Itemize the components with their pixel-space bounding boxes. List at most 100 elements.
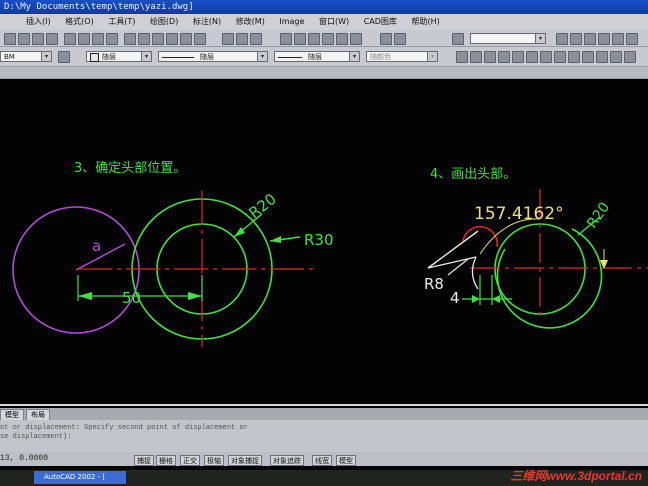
linetype-value: 随层	[200, 53, 214, 61]
copy-icon[interactable]	[78, 33, 90, 45]
zoom-window-icon[interactable]	[152, 33, 164, 45]
snap-intersection-icon[interactable]	[250, 33, 262, 45]
ortho-toggle[interactable]: 正交	[180, 455, 200, 466]
dim-4-arrow-right	[492, 295, 500, 303]
dim-50-arrow-right	[188, 292, 202, 300]
step3-title: 3、确定头部位置。	[74, 161, 186, 176]
menu-format[interactable]: 格式(O)	[65, 17, 94, 26]
color-combo[interactable]: 随层 ▾	[86, 51, 152, 62]
snap-node-icon[interactable]	[336, 33, 348, 45]
layer-manager-icon[interactable]	[452, 33, 464, 45]
lineweight-toggle[interactable]: 线宽	[312, 455, 332, 466]
lineweight-combo[interactable]: 随层 ▾	[274, 51, 360, 62]
pointer-icon[interactable]	[394, 33, 406, 45]
zoom-previous-icon[interactable]	[166, 33, 178, 45]
coordinate-readout: 13, 0.0000	[0, 454, 49, 463]
chevron-down-icon: ▾	[41, 52, 51, 61]
layer-name-value: BM	[4, 53, 15, 61]
r30-arrowhead	[270, 236, 281, 243]
print-icon[interactable]	[46, 33, 58, 45]
snap-endpoint-icon[interactable]	[222, 33, 234, 45]
model-toggle[interactable]: 模型	[336, 455, 356, 466]
snap-center-icon[interactable]	[280, 33, 292, 45]
menu-window[interactable]: 窗口(W)	[319, 17, 349, 26]
dim-radius-icon[interactable]	[498, 51, 510, 63]
plotstyle-combo[interactable]: 随颜色 ▾	[366, 51, 438, 62]
undo-icon[interactable]	[92, 33, 104, 45]
hatch-icon[interactable]	[584, 33, 596, 45]
linetype-sample	[162, 56, 194, 58]
help-icon[interactable]	[380, 33, 392, 45]
design-center-icon[interactable]	[194, 33, 206, 45]
save-icon[interactable]	[32, 33, 44, 45]
named-view-combo[interactable]: ▾	[470, 33, 546, 44]
beak-curve	[471, 256, 479, 290]
dim-4-arrow-left	[472, 295, 480, 303]
properties-icon[interactable]	[180, 33, 192, 45]
menu-insert[interactable]: 插入(I)	[26, 17, 51, 26]
snap-toggle[interactable]: 捕捉	[134, 455, 154, 466]
dim-linear-icon[interactable]	[456, 51, 468, 63]
label-4: 4	[450, 289, 460, 307]
region-icon[interactable]	[626, 33, 638, 45]
open-file-icon[interactable]	[18, 33, 30, 45]
snap-nearest-icon[interactable]	[350, 33, 362, 45]
dim-50-arrow-left	[78, 292, 92, 300]
text-icon[interactable]	[598, 33, 610, 45]
dim-edit-icon[interactable]	[624, 51, 636, 63]
plotstyle-value: 随颜色	[370, 53, 391, 61]
step4-title: 4、画出头部。	[430, 167, 516, 182]
leader-icon[interactable]	[582, 51, 594, 63]
command-window[interactable]: ot or displacement: Specify second point…	[0, 420, 648, 452]
block-icon[interactable]	[556, 33, 568, 45]
layer-previous-icon[interactable]	[58, 51, 70, 63]
command-line-2: se displacement):	[0, 433, 72, 441]
menu-image[interactable]: Image	[279, 17, 304, 26]
snap-quadrant-icon[interactable]	[294, 33, 306, 45]
zoom-icon[interactable]	[138, 33, 150, 45]
tolerance-icon[interactable]	[596, 51, 608, 63]
dim-diameter-icon[interactable]	[512, 51, 524, 63]
center-mark-icon[interactable]	[610, 51, 622, 63]
quick-dim-icon[interactable]	[540, 51, 552, 63]
insert-icon[interactable]	[570, 33, 582, 45]
dim-continue-icon[interactable]	[568, 51, 580, 63]
lineweight-value: 随层	[308, 53, 322, 61]
menu-modify[interactable]: 修改(M)	[236, 17, 265, 26]
taskbar-app-label: AutoCAD 2002 - [	[44, 473, 106, 481]
redo-icon[interactable]	[106, 33, 118, 45]
r8-arc	[462, 225, 499, 248]
otrack-toggle[interactable]: 对象追踪	[270, 455, 304, 466]
taskbar-autocad-button[interactable]: AutoCAD 2002 - [	[34, 471, 126, 484]
linetype-combo[interactable]: 随层 ▾	[158, 51, 268, 62]
dim-angular-icon[interactable]	[526, 51, 538, 63]
polar-toggle[interactable]: 极轴	[204, 455, 224, 466]
grid-toggle[interactable]: 栅格	[156, 455, 176, 466]
dim-aligned-icon[interactable]	[470, 51, 482, 63]
cut-icon[interactable]	[64, 33, 76, 45]
color-value: 随层	[102, 53, 116, 61]
new-file-icon[interactable]	[4, 33, 16, 45]
window-title-bar: D:\My Documents\temp\temp\yazi.dwg]	[0, 0, 648, 14]
snap-midpoint-icon[interactable]	[236, 33, 248, 45]
menu-help[interactable]: 帮助(H)	[411, 17, 439, 26]
window-title: D:\My Documents\temp\temp\yazi.dwg]	[4, 2, 194, 12]
snap-perpendicular-icon[interactable]	[322, 33, 334, 45]
table-icon[interactable]	[612, 33, 624, 45]
snap-tangent-icon[interactable]	[308, 33, 320, 45]
drawing-svg[interactable]: 3、确定头部位置。 4、画出头部。 a R20 R30 50 157.4162°…	[0, 79, 648, 408]
lineweight-sample	[278, 56, 302, 58]
label-r30: R30	[304, 231, 334, 249]
menu-draw[interactable]: 绘图(D)	[150, 17, 178, 26]
dim-ordinate-icon[interactable]	[484, 51, 496, 63]
drawing-canvas[interactable]: 3、确定头部位置。 4、画出头部。 a R20 R30 50 157.4162°…	[0, 79, 648, 408]
menu-tools[interactable]: 工具(T)	[108, 17, 135, 26]
dim-baseline-icon[interactable]	[554, 51, 566, 63]
osnap-toggle[interactable]: 对象捕捉	[228, 455, 262, 466]
menu-dimension[interactable]: 标注(N)	[193, 17, 221, 26]
layer-name-combo[interactable]: BM ▾	[0, 51, 52, 62]
pan-icon[interactable]	[124, 33, 136, 45]
label-r8: R8	[424, 275, 444, 293]
menu-cad-library[interactable]: CAD图库	[364, 17, 397, 26]
toolbar-strip	[0, 67, 648, 79]
